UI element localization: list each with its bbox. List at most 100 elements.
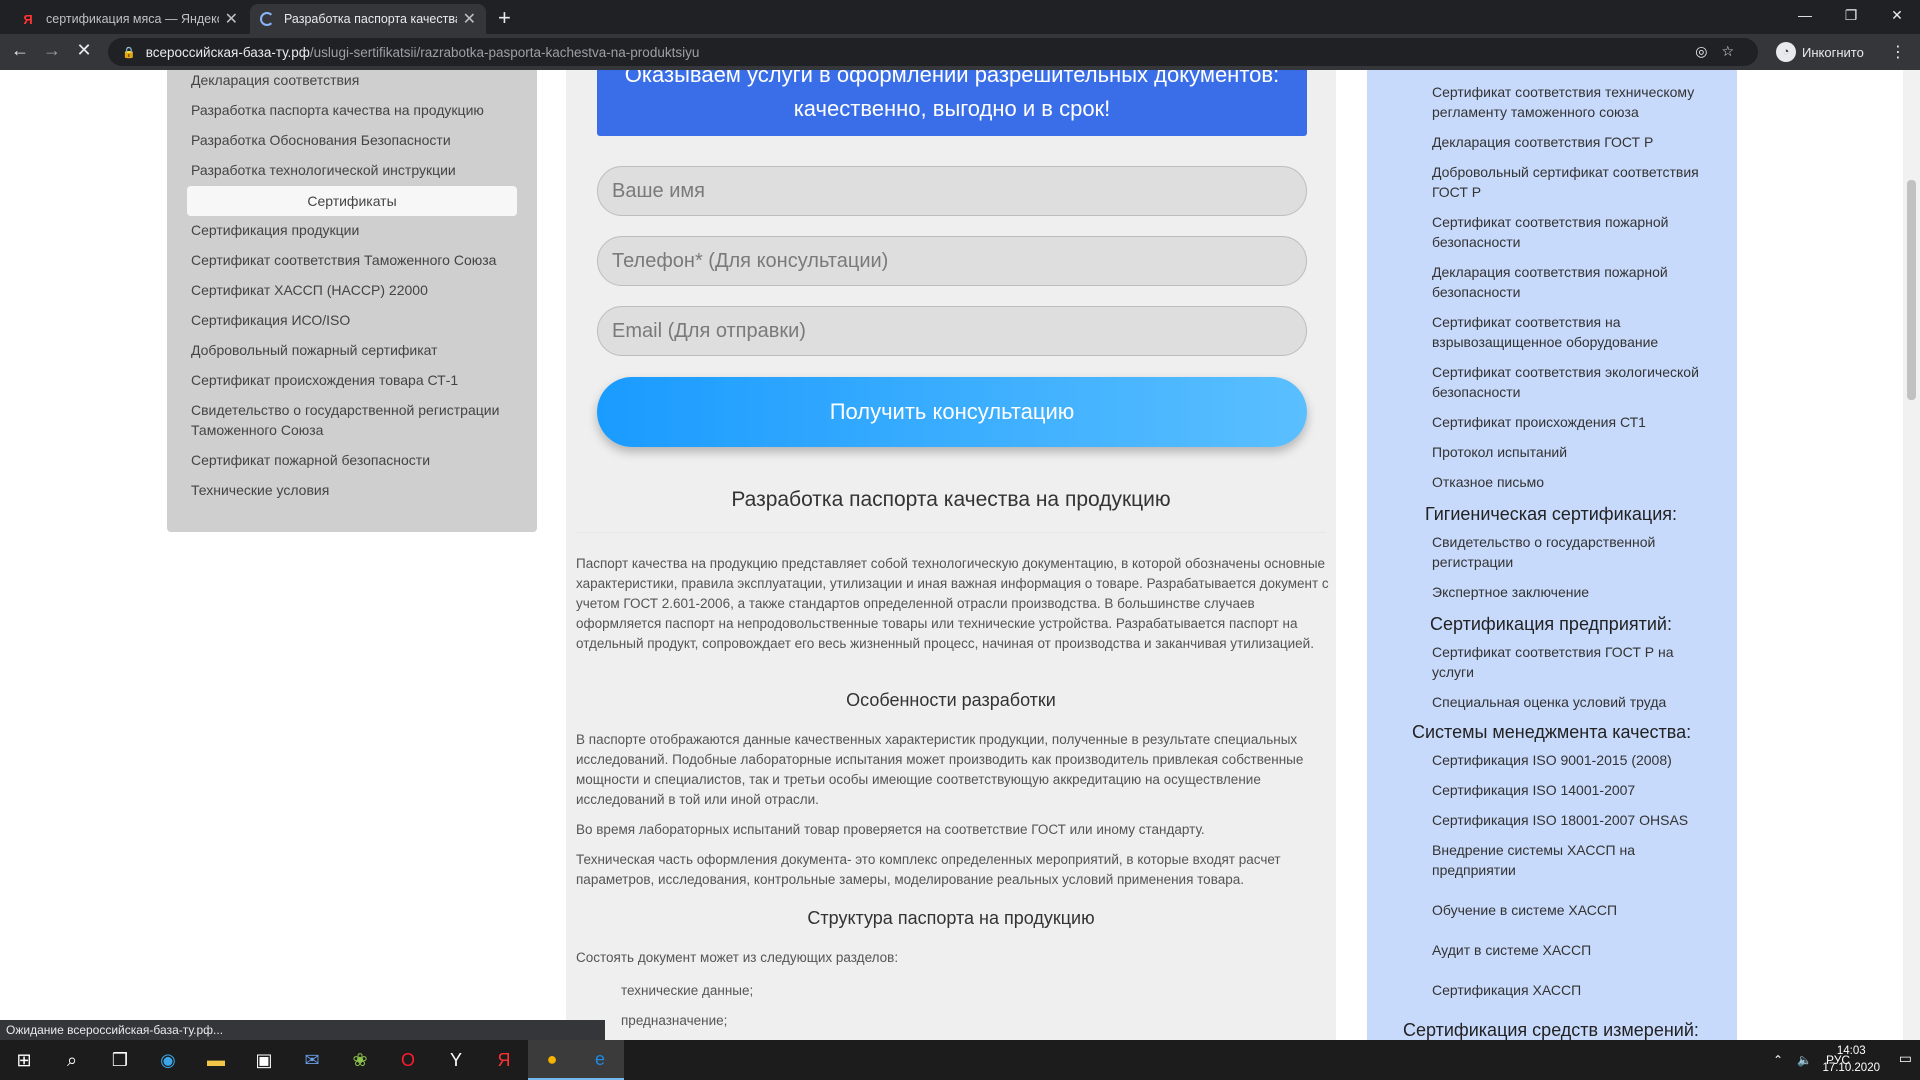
section-heading: Особенности разработки	[846, 690, 1056, 710]
section-heading: Гигиеническая сертификация:	[1425, 504, 1678, 524]
sidebar-item[interactable]: Сертификат соответствия Таможенного Союз…	[191, 250, 521, 270]
sidebar-item[interactable]: Разработка Обоснования Безопасности	[191, 130, 521, 150]
right-sidebar-link[interactable]: Аудит в системе ХАССП	[1432, 940, 1717, 960]
paragraph: Техническая часть оформления документа- …	[576, 852, 1281, 887]
back-icon[interactable]: ←	[8, 40, 32, 61]
restore-icon[interactable]: ❐	[1828, 0, 1874, 30]
close-window-icon[interactable]: ✕	[1874, 0, 1920, 30]
get-consultation-button[interactable]: Получить консультацию	[597, 377, 1307, 447]
close-tab-icon[interactable]: ✕	[463, 9, 476, 29]
right-sidebar-link[interactable]: Сертификация ХАССП	[1432, 980, 1717, 1000]
url-path: /uslugi-sertifikatsii/razrabotka-pasport…	[309, 44, 700, 60]
volume-icon[interactable]: 🔈	[1797, 1053, 1812, 1067]
date: 17.10.2020	[1822, 1062, 1880, 1074]
browser-tab-bar: Я сертификация мяса — Яндекс: н ✕ Разраб…	[0, 0, 1920, 34]
section-heading: Структура паспорта на продукцию	[807, 908, 1095, 928]
sidebar-item[interactable]: Сертификация ИСО/ISO	[191, 310, 521, 330]
mail-icon[interactable]: ✉	[288, 1040, 336, 1080]
phone-input[interactable]: Телефон* (Для консультации)	[597, 236, 1307, 286]
section-heading: Сертификация предприятий:	[1430, 614, 1672, 634]
notification-center-icon[interactable]: ▭	[1899, 1050, 1912, 1067]
right-sidebar-link[interactable]: Сертификат происхождения СТ1	[1432, 412, 1717, 432]
right-sidebar-link[interactable]: Сертификат соответствия техническому рег…	[1432, 82, 1717, 122]
page-scrollbar[interactable]	[1903, 70, 1920, 1040]
paragraph: Состоять документ может из следующих раз…	[576, 950, 899, 965]
promo-banner: Оказываем услуги в оформлении разрешител…	[597, 70, 1307, 136]
edge-icon[interactable]: ◉	[144, 1040, 192, 1080]
incognito-icon: ◔	[1776, 42, 1796, 62]
right-sidebar-link[interactable]: Свидетельство о государственной регистра…	[1432, 532, 1717, 572]
right-sidebar-link[interactable]: Сертификат соответствия на взрывозащищен…	[1432, 312, 1717, 352]
right-sidebar-link[interactable]: Декларация соответствия ГОСТ Р	[1432, 132, 1717, 152]
intro-paragraph: Паспорт качества на продукцию представля…	[576, 556, 1329, 651]
loading-spinner-icon	[260, 12, 274, 26]
right-sidebar-link[interactable]: Экспертное заключение	[1432, 582, 1717, 602]
paragraph: Во время лабораторных испытаний товар пр…	[576, 822, 1205, 837]
right-sidebar-link[interactable]: Отказное письмо	[1432, 472, 1717, 492]
store-icon[interactable]: ▣	[240, 1040, 288, 1080]
right-sidebar-link[interactable]: Специальная оценка условий труда	[1432, 692, 1717, 712]
sidebar-item[interactable]: Декларация соответствия	[191, 70, 521, 90]
right-sidebar-link[interactable]: Сертификация ISO 9001-2015 (2008)	[1432, 750, 1717, 770]
right-sidebar-link[interactable]: Сертификация ISO 18001-2007 OHSAS	[1432, 810, 1717, 830]
sidebar-item[interactable]: Сертификация продукции	[191, 220, 521, 240]
tab-title: Разработка паспорта качества н	[284, 12, 457, 26]
page-title: Разработка паспорта качества на продукци…	[731, 488, 1171, 511]
new-tab-button[interactable]: +	[498, 5, 511, 31]
forward-icon[interactable]: →	[40, 40, 64, 61]
scrollbar-thumb[interactable]	[1907, 180, 1916, 400]
internet-explorer-icon[interactable]: e	[576, 1040, 624, 1080]
email-input[interactable]: Email (Для отправки)	[597, 306, 1307, 356]
sidebar-item[interactable]: Свидетельство о государственной регистра…	[191, 400, 521, 440]
lock-icon: 🔒	[122, 46, 136, 59]
incognito-profile-button[interactable]: ◔ Инкогнито	[1776, 42, 1864, 62]
app-icon[interactable]: ❀	[336, 1040, 384, 1080]
sidebar-item[interactable]: Разработка технологической инструкции	[191, 160, 521, 180]
list-item: технические данные;	[621, 983, 754, 998]
sidebar-item[interactable]: Разработка паспорта качества на продукци…	[191, 100, 521, 120]
search-icon[interactable]: ⌕	[48, 1040, 96, 1080]
tab-yandex-search[interactable]: Я сертификация мяса — Яндекс: н ✕	[10, 4, 248, 34]
yandex-icon[interactable]: Я	[480, 1040, 528, 1080]
right-sidebar-link[interactable]: Протокол испытаний	[1432, 442, 1717, 462]
clock[interactable]: 14:03 17.10.2020	[1822, 1043, 1880, 1077]
right-sidebar-link[interactable]: Сертификат соответствия экологической бе…	[1432, 362, 1717, 402]
right-sidebar-link[interactable]: Декларация соответствия пожарной безопас…	[1432, 262, 1717, 302]
minimize-icon[interactable]: —	[1782, 0, 1828, 30]
list-item: предназначение;	[621, 1013, 728, 1028]
section-heading: Сертификация средств измерений:	[1403, 1020, 1699, 1040]
bookmark-star-icon[interactable]: ☆	[1721, 43, 1748, 59]
right-sidebar-link[interactable]: Добровольный сертификат соответствия ГОС…	[1432, 162, 1717, 202]
page-viewport: Декларация соответствия Разработка паспо…	[0, 70, 1920, 1040]
paragraph: В паспорте отображаются данные качествен…	[576, 732, 1304, 807]
tracking-off-icon[interactable]: ◎	[1695, 43, 1721, 59]
tab-current-page[interactable]: Разработка паспорта качества н ✕	[250, 4, 486, 34]
tray-chevron-icon[interactable]: ⌃	[1773, 1053, 1783, 1067]
right-sidebar-link[interactable]: Обучение в системе ХАССП	[1432, 900, 1717, 920]
chrome-icon[interactable]: ●	[528, 1040, 576, 1080]
yandex-browser-icon[interactable]: Y	[432, 1040, 480, 1080]
right-sidebar-link[interactable]: Сертификат соответствия пожарной безопас…	[1432, 212, 1717, 252]
address-bar[interactable]: 🔒 всероссийская-база-ту.рф/uslugi-sertif…	[108, 38, 1758, 66]
close-tab-icon[interactable]: ✕	[225, 9, 238, 29]
task-view-icon[interactable]: ❒	[96, 1040, 144, 1080]
name-input[interactable]: Ваше имя	[597, 166, 1307, 216]
sidebar-item[interactable]: Технические условия	[191, 480, 521, 500]
section-heading: Системы менеджмента качества:	[1412, 722, 1692, 742]
tab-title: сертификация мяса — Яндекс: н	[46, 12, 219, 26]
windows-start-icon[interactable]: ⊞	[0, 1040, 48, 1080]
stop-loading-icon[interactable]: ✕	[72, 40, 96, 61]
sidebar-item[interactable]: Сертификат происхождения товара СТ-1	[191, 370, 521, 390]
sidebar-item[interactable]: Сертификат ХАССП (HACCP) 22000	[191, 280, 521, 300]
opera-icon[interactable]: O	[384, 1040, 432, 1080]
sidebar-section-header: Сертификаты	[187, 186, 517, 216]
right-sidebar-link[interactable]: Внедрение системы ХАССП на предприятии	[1432, 840, 1717, 880]
time: 14:03	[1836, 1045, 1866, 1057]
incognito-label: Инкогнито	[1802, 44, 1864, 60]
sidebar-item[interactable]: Сертификат пожарной безопасности	[191, 450, 521, 470]
browser-menu-icon[interactable]: ⋮	[1890, 42, 1906, 62]
right-sidebar-link[interactable]: Сертификат соответствия ГОСТ Р на услуги	[1432, 642, 1717, 682]
sidebar-item[interactable]: Добровольный пожарный сертификат	[191, 340, 521, 360]
file-explorer-icon[interactable]: ▬	[192, 1040, 240, 1080]
right-sidebar-link[interactable]: Сертификация ISO 14001-2007	[1432, 780, 1717, 800]
